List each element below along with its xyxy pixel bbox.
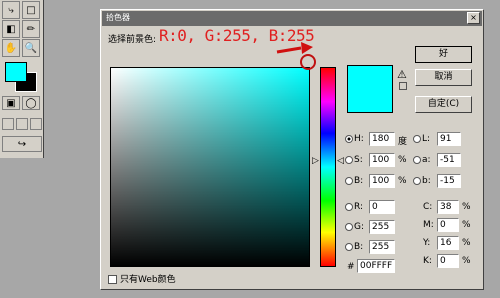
zoom-icon[interactable]: 🔍 xyxy=(22,39,40,57)
quick-mask-icon[interactable]: ◯ xyxy=(22,96,40,110)
websafe-label: 只有Web颜色 xyxy=(120,275,176,285)
m-unit: % xyxy=(462,220,471,230)
c-unit: % xyxy=(462,202,471,212)
websafe-checkbox-row[interactable]: 只有Web颜色 xyxy=(108,272,176,285)
marquee-icon[interactable]: □ xyxy=(22,1,40,19)
s-label: S: xyxy=(354,155,363,165)
b-field[interactable]: 100 xyxy=(369,174,395,188)
h-unit: 度 xyxy=(398,137,408,147)
radio-g[interactable] xyxy=(345,222,353,231)
screen-mode-icon[interactable] xyxy=(2,118,14,130)
y-label: Y: xyxy=(423,238,431,248)
k-field[interactable]: 0 xyxy=(437,254,459,268)
title-bar: 拾色器 × xyxy=(102,11,482,26)
s-field[interactable]: 100 xyxy=(369,153,395,167)
dialog-title: 拾色器 xyxy=(106,13,130,22)
close-button[interactable]: × xyxy=(467,12,480,24)
lab-b-label: b: xyxy=(422,176,431,186)
hue-slider-left-arrow[interactable]: ▷ xyxy=(312,156,319,166)
cancel-button[interactable]: 取消 xyxy=(415,69,472,86)
color-picker-dialog: 拾色器 × 选择前景色: R:0, G:255, B:255 ▷ ◁ ⚠ 好 取… xyxy=(100,9,484,290)
websafe-cube-icon[interactable] xyxy=(399,82,407,90)
lab-l-row[interactable]: L: xyxy=(413,134,430,144)
screen-mode-max-icon[interactable] xyxy=(30,118,42,130)
hand-icon[interactable]: ✋ xyxy=(2,39,20,57)
radio-s[interactable] xyxy=(345,155,353,164)
rgb-b-row[interactable]: B: xyxy=(345,242,363,252)
g-field[interactable]: 255 xyxy=(369,220,395,234)
y-unit: % xyxy=(462,238,471,248)
rgb-r-row[interactable]: R: xyxy=(345,202,363,212)
radio-lab-b[interactable] xyxy=(413,176,421,185)
tool-palette: ⤷ □ ◧ ✏ ✋ 🔍 ▣ ◯ ↪ xyxy=(0,0,44,158)
select-foreground-label: 选择前景色: xyxy=(108,35,157,45)
rgb-g-row[interactable]: G: xyxy=(345,222,364,232)
new-color-preview xyxy=(347,65,393,113)
c-field[interactable]: 38 xyxy=(437,200,459,214)
screen-mode-full-icon[interactable] xyxy=(16,118,28,130)
hsb-h-row[interactable]: H: xyxy=(345,134,364,144)
custom-button[interactable]: 自定(C) xyxy=(415,96,472,113)
hue-slider-right-arrow[interactable]: ◁ xyxy=(337,156,344,166)
l-label: L: xyxy=(422,134,431,144)
b-label: B: xyxy=(354,176,364,186)
blue-label: B: xyxy=(354,242,364,252)
ok-button[interactable]: 好 xyxy=(415,46,472,63)
hex-label: # xyxy=(347,262,355,272)
foreground-color-swatch[interactable] xyxy=(5,62,27,82)
lab-b-row[interactable]: b: xyxy=(413,176,431,186)
r-field[interactable]: 0 xyxy=(369,200,395,214)
l-field[interactable]: 91 xyxy=(437,132,461,146)
blue-field[interactable]: 255 xyxy=(369,240,395,254)
gamut-warning-icon[interactable]: ⚠ xyxy=(397,68,407,81)
eyedropper-icon[interactable]: ✏ xyxy=(22,20,40,38)
radio-b[interactable] xyxy=(345,176,353,185)
h-field[interactable]: 180 xyxy=(369,132,395,146)
g-label: G: xyxy=(354,222,365,232)
r-label: R: xyxy=(354,202,364,212)
jump-to-imageready-icon[interactable]: ↪ xyxy=(2,136,42,152)
lab-b-field[interactable]: -15 xyxy=(437,174,461,188)
radio-r[interactable] xyxy=(345,202,353,211)
radio-a[interactable] xyxy=(413,155,421,164)
radio-h[interactable] xyxy=(345,134,353,143)
k-label: K: xyxy=(423,256,432,266)
lab-a-row[interactable]: a: xyxy=(413,155,431,165)
hsb-s-row[interactable]: S: xyxy=(345,155,363,165)
k-unit: % xyxy=(462,256,471,266)
selection-circle-marker xyxy=(300,54,316,70)
m-label: M: xyxy=(423,220,434,230)
h-label: H: xyxy=(354,134,364,144)
b-unit: % xyxy=(398,176,407,186)
m-field[interactable]: 0 xyxy=(437,218,459,232)
a-field[interactable]: -51 xyxy=(437,153,461,167)
a-label: a: xyxy=(422,155,431,165)
color-field[interactable] xyxy=(110,67,310,267)
lasso-icon[interactable]: ⤷ xyxy=(2,1,20,19)
radio-blue[interactable] xyxy=(345,242,353,251)
s-unit: % xyxy=(398,155,407,165)
crop-icon[interactable]: ◧ xyxy=(2,20,20,38)
c-label: C: xyxy=(423,202,433,212)
standard-mode-icon[interactable]: ▣ xyxy=(2,96,20,110)
hue-slider[interactable] xyxy=(320,67,336,267)
radio-l[interactable] xyxy=(413,134,421,143)
hex-field[interactable]: 00FFFF xyxy=(357,259,395,273)
websafe-checkbox[interactable] xyxy=(108,275,117,284)
hsb-b-row[interactable]: B: xyxy=(345,176,363,186)
y-field[interactable]: 16 xyxy=(437,236,459,250)
